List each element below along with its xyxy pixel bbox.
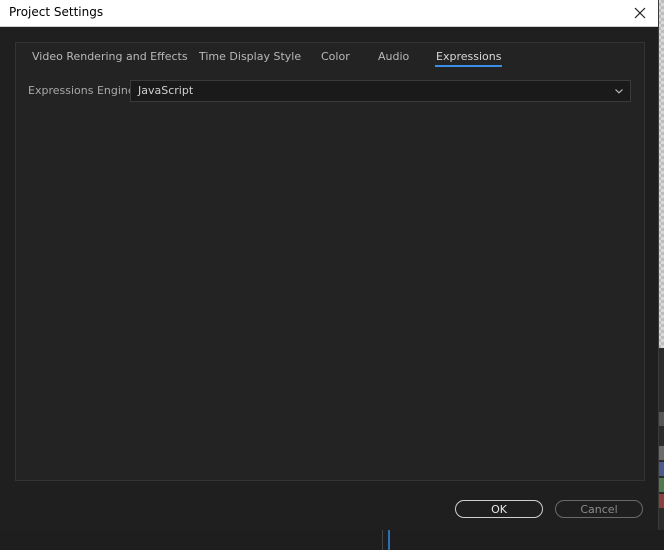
- expressions-engine-value: JavaScript: [138, 84, 194, 97]
- project-settings-dialog: Project Settings Video Rendering and Eff…: [0, 0, 659, 530]
- expressions-engine-label: Expressions Engine:: [28, 84, 139, 97]
- ok-button[interactable]: OK: [455, 500, 543, 518]
- close-button[interactable]: [628, 2, 652, 24]
- tab-video-rendering-and-effects[interactable]: Video Rendering and Effects: [32, 50, 188, 67]
- tab-audio[interactable]: Audio: [378, 50, 409, 67]
- title-bar: Project Settings: [0, 0, 658, 27]
- background-app-timeline: [0, 530, 664, 550]
- chevron-down-icon: [615, 89, 623, 94]
- active-tab-indicator: [435, 65, 503, 67]
- tab-label: Time Display Style: [199, 50, 302, 63]
- tab-time-display-style[interactable]: Time Display Style: [199, 50, 301, 67]
- cancel-button[interactable]: Cancel: [555, 500, 643, 518]
- timeline-divider: [382, 530, 383, 550]
- tab-color[interactable]: Color: [321, 50, 350, 67]
- tab-label: Expressions: [436, 50, 502, 63]
- close-icon: [634, 7, 646, 19]
- tab-label: Color: [321, 50, 350, 63]
- tab-label: Video Rendering and Effects: [32, 50, 188, 63]
- expressions-engine-dropdown[interactable]: JavaScript: [130, 80, 631, 102]
- timeline-playhead: [388, 530, 390, 550]
- window-title: Project Settings: [9, 5, 104, 19]
- tab-label: Audio: [378, 50, 410, 63]
- tab-expressions[interactable]: Expressions: [435, 50, 503, 67]
- tab-bar: Video Rendering and Effects Time Display…: [16, 43, 644, 73]
- settings-panel: Video Rendering and Effects Time Display…: [15, 42, 645, 481]
